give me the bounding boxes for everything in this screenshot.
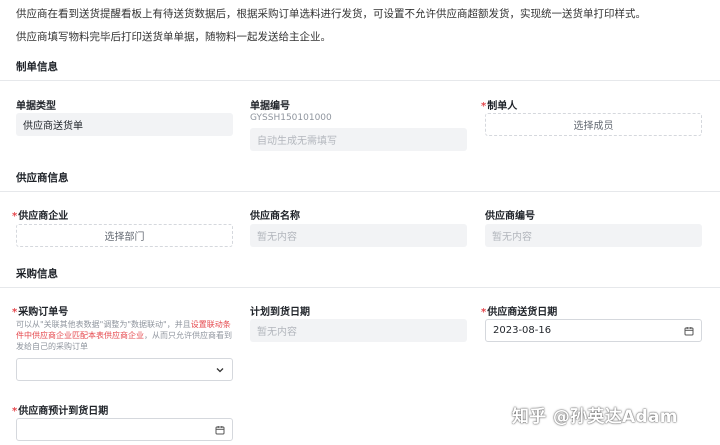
supplier-code-placeholder: 暂无内容 <box>492 232 532 243</box>
planned-date-field: 暂无内容 <box>250 319 467 342</box>
watermark: 知乎 @孙英达Adam <box>512 407 678 427</box>
calendar-icon <box>684 326 694 336</box>
divider <box>0 80 720 81</box>
hint-part-1: 可以从"关联其他表数据"调整为"数据联动"，并且 <box>16 320 191 329</box>
expected-date-label: *供应商预计到货日期 <box>12 402 108 417</box>
doc-number-value: GYSSH150101000 <box>250 113 332 123</box>
purchase-order-hint: 可以从"关联其他表数据"调整为"数据联动"，并且设置联动条件中供应商企业匹配本表… <box>16 319 236 352</box>
doc-number-placeholder: 自动生成无需填写 <box>257 136 337 147</box>
purchase-order-label: *采购订单号 <box>12 303 68 318</box>
section-title-purchase-info: 采购信息 <box>16 268 58 280</box>
section-title-supplier-info: 供应商信息 <box>16 172 69 184</box>
creator-label-text: 制单人 <box>487 101 518 112</box>
supplier-code-field: 暂无内容 <box>485 224 702 247</box>
planned-date-placeholder: 暂无内容 <box>257 327 297 338</box>
supplier-code-label: 供应商编号 <box>485 211 535 222</box>
doc-type-label: 单据类型 <box>16 101 56 112</box>
expected-date-input[interactable] <box>16 418 233 441</box>
creator-label: *制单人 <box>481 97 517 112</box>
creator-placeholder: 选择成员 <box>573 121 614 132</box>
creator-picker[interactable]: 选择成员 <box>485 113 702 136</box>
doc-number-field: 自动生成无需填写 <box>250 128 467 151</box>
divider <box>0 287 720 288</box>
required-mark: * <box>12 307 18 318</box>
purchase-order-label-text: 采购订单号 <box>18 307 69 318</box>
supplier-company-label-text: 供应商企业 <box>18 211 69 222</box>
section-title-doc-info: 制单信息 <box>16 61 58 73</box>
supplier-company-placeholder: 选择部门 <box>104 232 145 243</box>
planned-date-label: 计划到货日期 <box>250 307 310 318</box>
purchase-order-select[interactable] <box>16 358 233 381</box>
doc-type-field: 供应商送货单 <box>16 113 233 136</box>
supplier-company-picker[interactable]: 选择部门 <box>16 224 233 247</box>
intro-line-1: 供应商在看到送货提醒看板上有待送货数据后，根据采购订单选料进行发货，可设置不允许… <box>16 8 646 20</box>
calendar-icon <box>215 425 225 435</box>
delivery-date-label-text: 供应商送货日期 <box>487 307 558 318</box>
delivery-date-input[interactable]: 2023-08-16 <box>485 319 702 342</box>
required-mark: * <box>481 307 487 318</box>
delivery-date-value: 2023-08-16 <box>493 325 552 336</box>
intro-line-2: 供应商填写物料完毕后打印送货单单据，随物料一起发送给主企业。 <box>16 31 331 43</box>
chevron-down-icon <box>215 365 225 375</box>
supplier-name-field: 暂无内容 <box>250 224 467 247</box>
divider <box>0 191 720 192</box>
required-mark: * <box>12 406 18 417</box>
delivery-date-label: *供应商送货日期 <box>481 303 557 318</box>
required-mark: * <box>481 101 487 112</box>
supplier-name-placeholder: 暂无内容 <box>257 232 297 243</box>
required-mark: * <box>12 211 18 222</box>
doc-type-value: 供应商送货单 <box>23 121 83 132</box>
supplier-name-label: 供应商名称 <box>250 211 300 222</box>
supplier-company-label: *供应商企业 <box>12 207 68 222</box>
expected-date-label-text: 供应商预计到货日期 <box>18 406 109 417</box>
doc-number-label: 单据编号 <box>250 101 290 112</box>
